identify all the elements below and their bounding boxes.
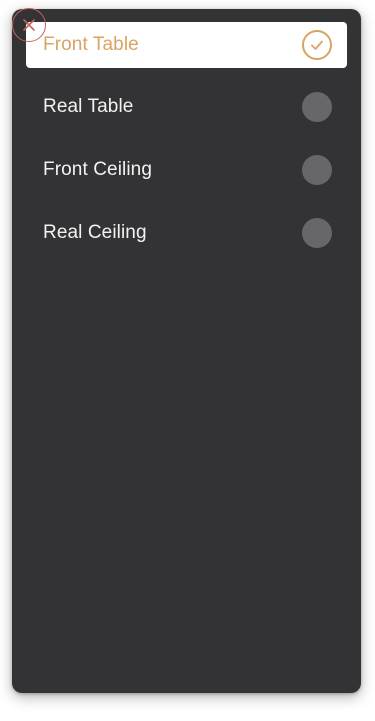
close-button[interactable]	[12, 8, 46, 42]
option-front-table[interactable]: Front Table	[26, 22, 347, 68]
radio-circle-icon	[302, 218, 332, 248]
radio-circle-icon	[302, 92, 332, 122]
mount-position-panel: Front Table Real Table Front Ceiling Rea…	[12, 9, 361, 693]
option-real-table[interactable]: Real Table	[26, 84, 347, 130]
option-front-ceiling[interactable]: Front Ceiling	[26, 147, 347, 193]
checkmark-circle-icon	[302, 30, 332, 60]
option-real-ceiling[interactable]: Real Ceiling	[26, 210, 347, 256]
option-label: Front Ceiling	[43, 159, 153, 180]
option-label: Front Table	[43, 34, 139, 55]
radio-circle-icon	[302, 155, 332, 185]
screen: Front Table Real Table Front Ceiling Rea…	[0, 0, 375, 721]
option-label: Real Table	[43, 96, 134, 117]
option-label: Real Ceiling	[43, 222, 147, 243]
close-icon	[23, 19, 35, 31]
